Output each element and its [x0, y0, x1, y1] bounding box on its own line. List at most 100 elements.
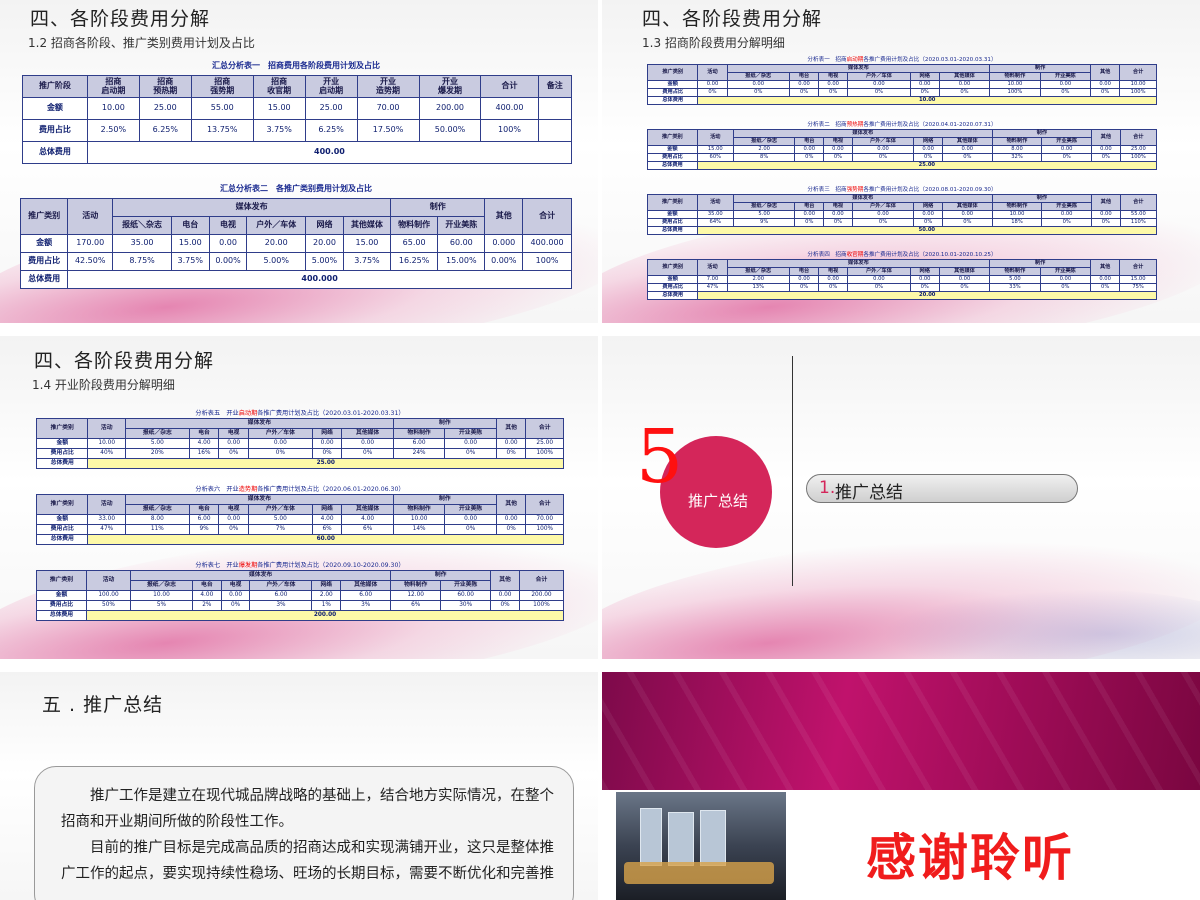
table-cell: 0% [1091, 218, 1121, 227]
table-cell: 16% [188, 448, 220, 459]
table-cell: 0% [938, 88, 991, 97]
table-cell: 0% [726, 88, 791, 97]
table-cell: 35.00 [696, 210, 734, 219]
table-header-cell: 报纸／杂志 [124, 428, 190, 439]
table-cell: 0.00 [495, 438, 527, 449]
table-header-cell: 报纸／杂志 [732, 137, 796, 146]
table-cell: 40% [87, 448, 126, 459]
table-cell: 100% [518, 600, 565, 611]
table-cell: 100% [1119, 88, 1157, 97]
table-header-cell: 其他 [495, 418, 527, 439]
table-header-cell: 电台 [188, 504, 220, 515]
table-cell: 金额 [646, 275, 699, 284]
table-header-cell: 活动 [67, 198, 114, 235]
table-cell: 35.00 [112, 234, 172, 253]
table-cell: 0% [1041, 153, 1093, 162]
table-row: 费用占比 47% 13% 0% 0% 0% 0% 0% 33% 0% 0% 75% [646, 283, 1157, 292]
table-caption: 分析表六 开业造势期各推广费用计划及占比（2020.06.01-2020.06.… [36, 484, 564, 493]
table-header-cell: 开业美陈 [444, 504, 497, 515]
table-total-row: 总体费用 50.00 [647, 226, 1158, 235]
table-row: 金额 100.00 10.00 4.00 0.00 6.00 2.00 6.00 12.00 60… [36, 590, 565, 601]
table-cell: 0% [851, 153, 915, 162]
table-row: 费用占比 50% 5% 2% 0% 3% 1% 3% 6% 30% 0% 100% [36, 600, 565, 611]
table-header-cell: 媒体发布 [726, 259, 991, 268]
table-cell: 33.00 [87, 514, 126, 525]
detail-table: 推广类别 活动 媒体发布 制作 其他 合计 报纸／杂志 电台 电视 户外／车体 网络 其他媒体 物料制作… [646, 64, 1157, 105]
table-header-cell: 推广类别 [647, 194, 698, 211]
table-header-cell: 活动 [86, 570, 131, 591]
caption-prefix: 分析表三 招商 [807, 187, 847, 193]
table-cell: 7% [247, 524, 313, 535]
caption-suffix: 各推广费用计划及占比（2020.08.01-2020.09.30） [863, 187, 997, 193]
table-cell: 0.000 [484, 234, 524, 253]
table-cell: 0.00 [341, 438, 394, 449]
table-cell: 0.00 [788, 80, 820, 89]
table-row: 金额 7.00 2.00 0.00 0.00 0.00 0.00 0.00 5.00 0.00 0.… [646, 275, 1157, 284]
table-cell: 0% [1090, 88, 1121, 97]
table-row: 金额 10.00 25.00 55.00 15.00 25.00 70.00 200.00 40… [22, 97, 572, 120]
table-cell: 50.00% [418, 119, 482, 142]
table-cell: 费用占比 [36, 600, 87, 611]
table-header-cell: 电视 [823, 202, 853, 211]
table-cell: 6.00 [392, 438, 446, 449]
total-value: 400.000 [67, 270, 572, 289]
table-cell: 0% [490, 600, 520, 611]
table-cell: 100% [525, 448, 564, 459]
table-header-cell: 户外／车体 [847, 72, 911, 81]
phase-cost-table: 推广阶段 招商 启动期 招商 预热期 招商 强势期 招商 收官期 开业 启动期 开业 造势期… [22, 75, 573, 164]
table-cell [537, 119, 572, 142]
table-cell: 0.00 [444, 438, 497, 449]
toc-item-pill[interactable]: 1. 推广总结 [806, 474, 1078, 503]
table-cell: 5.00 [247, 514, 313, 525]
detail-table: 推广类别 活动 媒体发布 制作 其他 合计 报纸／杂志 电台 电视 户外／车体 网络 其他媒体 物料制作… [35, 494, 564, 545]
table-cell: 0.00 [1041, 145, 1093, 154]
table-header-cell: 合计 [518, 570, 565, 591]
table-cell: 6.00 [249, 590, 313, 601]
table-cell: 0.00 [247, 438, 313, 449]
table-cell: 200.00 [518, 590, 565, 601]
table-header-cell: 招商 启动期 [86, 75, 140, 98]
table-cell: 0.00% [208, 252, 248, 271]
category-cost-table: 推广类别 活动 媒体发布 制作 其他 合计 报纸＼杂志 电台 电视 户外／车体 网络 其他媒体 物料制作… [19, 198, 572, 289]
table-cell: 20.00 [246, 234, 307, 253]
table-total-row: 总体费用 20.00 [646, 291, 1157, 300]
table-header-cell: 媒体发布 [732, 194, 993, 203]
table-cell: 4.00 [191, 590, 222, 601]
table-header-cell: 电视 [220, 580, 251, 591]
table-header-cell: 开业美陈 [444, 428, 497, 439]
table-cell: 0.00 [208, 234, 248, 253]
table-cell: 0% [941, 218, 993, 227]
table-cell: 32% [991, 153, 1043, 162]
table-header-cell: 户外／车体 [847, 267, 911, 276]
total-label: 总体费用 [19, 270, 69, 289]
table-header-cell: 网络 [909, 267, 940, 276]
table-header-cell: 户外／车体 [246, 216, 307, 235]
table-cell: 33% [989, 283, 1041, 292]
total-label: 总体费用 [35, 534, 89, 545]
table-row: 金额 10.00 5.00 4.00 0.00 0.00 0.00 0.00 6.00 0.00 0… [35, 438, 564, 449]
table-header-cell: 其他 [1090, 259, 1121, 276]
total-value: 400.00 [86, 141, 573, 164]
table-cell: 0.00 [1041, 210, 1093, 219]
table-header-cell: 其他媒体 [341, 428, 394, 439]
table-header-cell: 其他 [1091, 194, 1121, 211]
table-cell: 0.00 [913, 145, 943, 154]
table-header-cell: 合计 [525, 418, 564, 439]
table-cell: 0.00 [1091, 145, 1121, 154]
table-header-cell: 其他 [495, 494, 527, 515]
table-header-cell: 推广类别 [36, 570, 87, 591]
table-header-cell: 户外／车体 [247, 428, 313, 439]
table-cell: 3.75% [252, 119, 306, 142]
table-header-cell: 制作 [392, 494, 497, 505]
table-cell: 55.00 [1119, 210, 1158, 219]
table-cell: 60% [696, 153, 734, 162]
table-header-cell: 物料制作 [989, 72, 1041, 81]
table-cell: 10.00 [86, 97, 140, 120]
slide-1: 四、各阶段费用分解 1.2 招商各阶段、推广类别费用计划及占比 汇总分析表一 招… [0, 0, 598, 323]
table-cell: 2% [191, 600, 222, 611]
section-circle-label: 推广总结 [688, 492, 749, 510]
table-cell: 13% [726, 283, 791, 292]
slide-3: 四、各阶段费用分解 1.4 开业阶段费用分解明细 分析表五 开业启动期各推广费用… [0, 336, 598, 659]
table-header-cell: 活动 [696, 129, 734, 146]
table-cell: 15.00 [696, 145, 734, 154]
